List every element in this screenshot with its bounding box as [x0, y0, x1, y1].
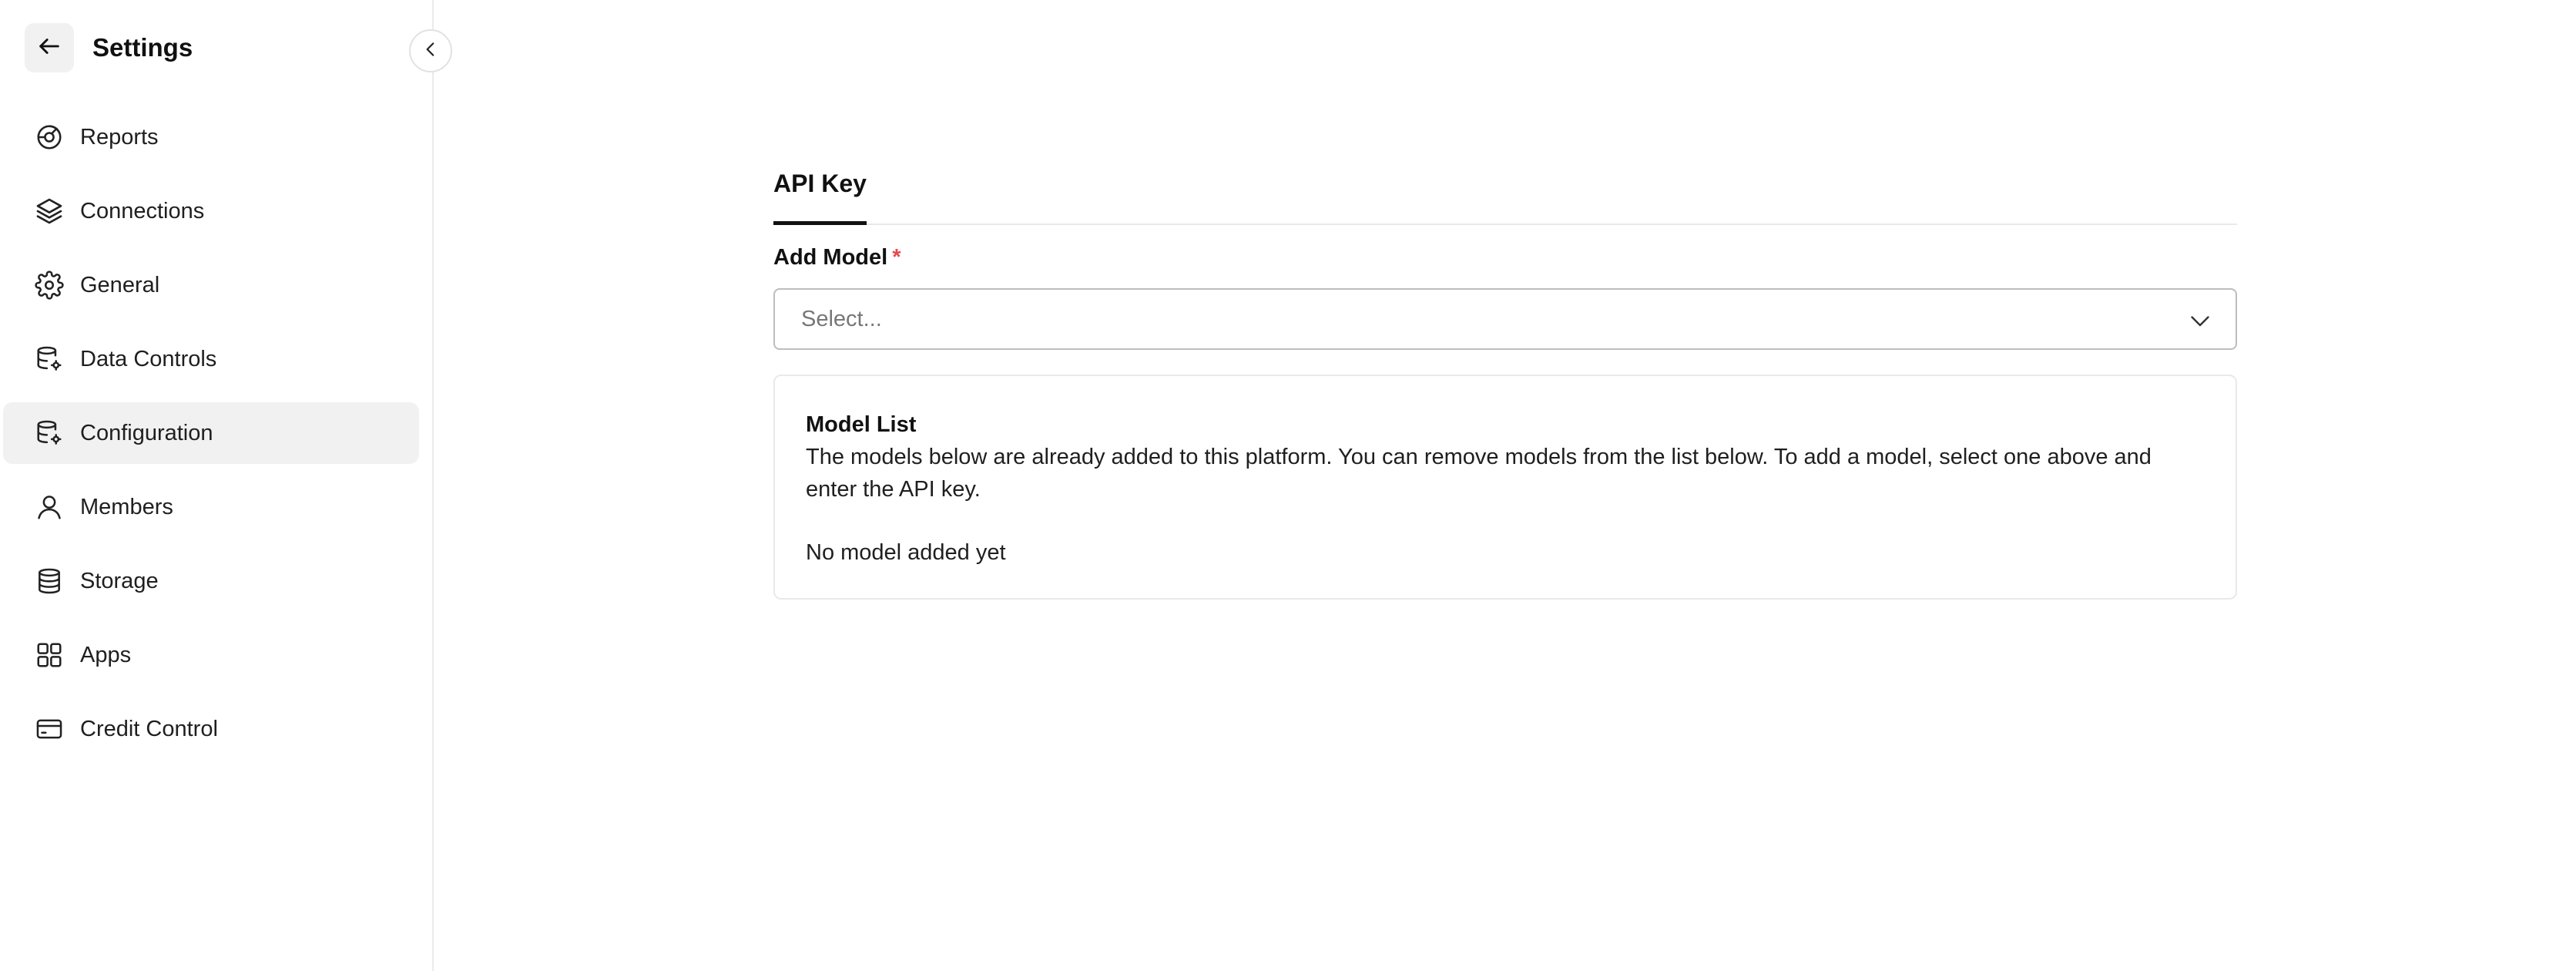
sidebar-item-reports[interactable]: Reports [3, 106, 419, 168]
sidebar-item-label: Storage [80, 568, 159, 593]
arrow-left-icon [36, 33, 62, 63]
add-model-label: Add Model * [773, 245, 901, 270]
sidebar-item-label: Configuration [80, 420, 213, 445]
sidebar-item-configuration[interactable]: Configuration [3, 402, 419, 464]
sidebar-item-label: Data Controls [80, 346, 217, 371]
gear-icon [32, 268, 66, 302]
select-placeholder: Select... [801, 306, 882, 331]
sidebar-item-storage[interactable]: Storage [3, 550, 419, 612]
layers-icon [32, 194, 66, 228]
model-list-card: Model List The models below are already … [773, 375, 2237, 600]
sidebar-item-label: Apps [80, 642, 132, 667]
sidebar-item-members[interactable]: Members [3, 476, 419, 538]
sidebar-item-label: Connections [80, 198, 205, 223]
chevron-down-icon [2186, 307, 2214, 334]
sidebar: Settings Reports Connections General Dat… [0, 0, 434, 971]
database-gear-icon [32, 416, 66, 450]
required-marker: * [892, 245, 901, 270]
sidebar-item-label: Members [80, 494, 173, 519]
sidebar-item-connections[interactable]: Connections [3, 180, 419, 242]
empty-state-text: No model added yet [806, 540, 1006, 565]
sidebar-item-label: Credit Control [80, 716, 218, 741]
sidebar-item-data-controls[interactable]: Data Controls [3, 328, 419, 390]
credit-card-icon [32, 712, 66, 746]
add-model-select[interactable]: Select... [773, 288, 2237, 350]
add-model-label-text: Add Model [773, 245, 888, 270]
tab-api-key[interactable]: API Key [773, 166, 867, 225]
sidebar-title: Settings [92, 33, 193, 62]
sidebar-item-general[interactable]: General [3, 254, 419, 316]
model-list-title: Model List [806, 412, 917, 437]
collapse-sidebar-button[interactable] [409, 29, 452, 72]
reports-icon [32, 120, 66, 154]
database-gear-icon [32, 342, 66, 376]
apps-grid-icon [32, 638, 66, 672]
model-list-description: The models below are already added to th… [806, 445, 2152, 502]
sidebar-item-label: Reports [80, 124, 159, 150]
user-icon [32, 490, 66, 524]
sidebar-item-apps[interactable]: Apps [3, 624, 419, 686]
sidebar-item-credit-control[interactable]: Credit Control [3, 698, 419, 760]
sidebar-nav: Reports Connections General Data Control… [3, 106, 419, 772]
back-button[interactable] [25, 23, 74, 72]
chevron-left-icon [421, 39, 441, 63]
tab-bar: API Key [773, 166, 2237, 225]
sidebar-header: Settings [25, 23, 193, 72]
sidebar-item-label: General [80, 272, 160, 297]
storage-icon [32, 564, 66, 598]
